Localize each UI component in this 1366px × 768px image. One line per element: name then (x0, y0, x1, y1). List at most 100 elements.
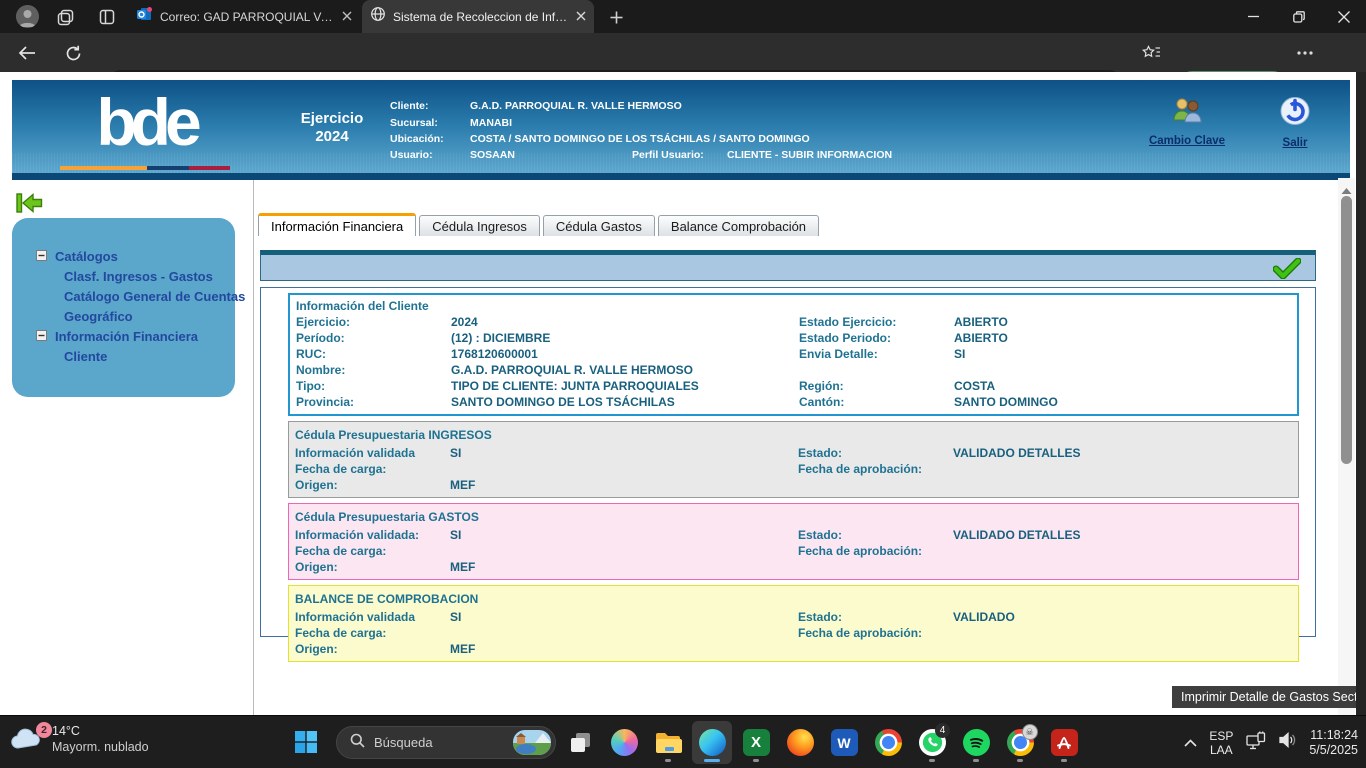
chrome-profile-icon[interactable]: ☠ (1000, 721, 1040, 764)
refresh-icon[interactable] (62, 42, 84, 64)
system-tray: ESP LAA 11:18:24 5/5/2025 (1184, 716, 1358, 768)
task-view-icon[interactable] (560, 721, 600, 764)
users-icon (1169, 111, 1205, 128)
collapse-minus-icon[interactable] (36, 329, 47, 344)
section-title: Cédula Presupuestaria GASTOS (295, 506, 1292, 527)
weather-temp: 14°C (52, 723, 149, 739)
field-value: SOSAAN (470, 149, 632, 161)
tab-informacion-financiera[interactable]: Información Financiera (258, 213, 416, 236)
start-button[interactable] (294, 730, 318, 759)
cambio-clave-link[interactable]: Cambio Clave (1132, 96, 1242, 149)
search-box[interactable]: Búsqueda (336, 726, 556, 759)
field-value: MANABI (470, 117, 512, 129)
word-icon[interactable]: W (824, 721, 864, 764)
spotify-icon[interactable] (956, 721, 996, 764)
outlook-icon (136, 6, 153, 27)
window-close-icon[interactable] (1321, 0, 1366, 33)
tray-date: 5/5/2025 (1309, 743, 1358, 758)
page-scrollbar[interactable] (1338, 178, 1355, 715)
taskbar-apps: X W 4 (560, 721, 1084, 764)
window-restore-icon[interactable] (1276, 0, 1321, 33)
field-label: Cliente: (390, 100, 470, 112)
content-divider (253, 180, 254, 715)
tab-close-icon[interactable] (576, 8, 586, 26)
power-icon (1279, 113, 1311, 130)
sidebar-item-catalogos[interactable]: Catálogos (12, 246, 235, 266)
sidebar-item-clasf-ingresos-gastos[interactable]: Clasf. Ingresos - Gastos (12, 266, 235, 286)
browser-profile-avatar[interactable] (16, 5, 39, 28)
more-menu-icon[interactable] (1294, 42, 1316, 64)
field-value: G.A.D. PARROQUIAL R. VALLE HERMOSO (470, 100, 682, 112)
back-icon[interactable] (16, 42, 38, 64)
status-tooltip: Imprimir Detalle de Gastos Sector (1172, 686, 1366, 708)
cloud-icon: 2 (10, 726, 44, 752)
sidebar-item-geografico[interactable]: Geográfico (12, 306, 235, 326)
browser-nav-bar: https://consulta.bde.fin.ec/WebSim/Login… (0, 33, 1366, 72)
collections-icon[interactable] (1140, 42, 1162, 64)
clock[interactable]: 11:18:24 5/5/2025 (1309, 728, 1358, 758)
sidebar-item-informacion-financiera[interactable]: Información Financiera (12, 326, 235, 346)
weather-widget[interactable]: 2 14°C Mayorm. nublado (10, 723, 149, 755)
sidebar-item-catalogo-general-cuentas[interactable]: Catálogo General de Cuentas (12, 286, 235, 306)
window-minimize-icon[interactable] (1231, 0, 1276, 33)
browser-tab-app[interactable]: Sistema de Recoleccion de Inform (362, 0, 594, 33)
bde-page: bde Ejercicio 2024 Cliente: G.A.D. PARRO… (0, 72, 1356, 715)
tray-chevron-icon[interactable] (1184, 739, 1197, 747)
copilot-app-icon[interactable] (604, 721, 644, 764)
ejercicio-year: Ejercicio 2024 (282, 110, 382, 146)
tab-cedula-ingresos[interactable]: Cédula Ingresos (419, 215, 540, 236)
acrobat-icon[interactable] (1044, 721, 1084, 764)
collapse-menu-arrow-icon[interactable] (16, 192, 43, 219)
perfil-value: CLIENTE - SUBIR INFORMACION (727, 149, 892, 161)
gastos-section: Cédula Presupuestaria GASTOS Información… (288, 503, 1299, 580)
section-title: Información del Cliente (296, 297, 1291, 314)
tab-actions-icon[interactable] (96, 6, 118, 28)
chrome-icon[interactable] (868, 721, 908, 764)
client-status-panel: Información del Cliente Ejercicio:2024Es… (260, 287, 1316, 637)
whatsapp-badge: 4 (935, 723, 950, 738)
tab-close-icon[interactable] (342, 8, 352, 26)
whatsapp-icon[interactable]: 4 (912, 721, 952, 764)
search-placeholder: Búsqueda (374, 735, 513, 750)
network-icon[interactable] (1245, 731, 1267, 755)
section-title: BALANCE DE COMPROBACION (295, 588, 1292, 609)
salir-link[interactable]: Salir (1240, 96, 1350, 151)
field-label: Usuario: (390, 149, 470, 161)
header-bottom-strip (12, 173, 1350, 180)
weather-condition: Mayorm. nublado (52, 739, 149, 755)
language-indicator[interactable]: ESP LAA (1209, 729, 1233, 757)
workspaces-icon[interactable] (54, 6, 76, 28)
firefox-icon[interactable] (780, 721, 820, 764)
status-toolbar (260, 250, 1316, 281)
tab-cedula-gastos[interactable]: Cédula Gastos (543, 215, 655, 236)
edge-icon[interactable] (692, 721, 732, 764)
collapse-minus-icon[interactable] (36, 249, 47, 264)
file-explorer-icon[interactable] (648, 721, 688, 764)
tab-title: Correo: GAD PARROQUIAL VALLE (160, 10, 335, 24)
bde-header: bde Ejercicio 2024 Cliente: G.A.D. PARRO… (12, 80, 1350, 180)
tray-time: 11:18:24 (1309, 728, 1358, 743)
sidebar-item-cliente[interactable]: Cliente (12, 346, 235, 366)
tab-title: Sistema de Recoleccion de Inform (393, 10, 569, 24)
validated-check-icon[interactable] (1273, 258, 1301, 284)
bde-logo: bde (58, 80, 234, 164)
volume-icon[interactable] (1279, 732, 1297, 753)
bde-logo-underline (60, 166, 230, 170)
tab-balance-comprobacion[interactable]: Balance Comprobación (658, 215, 819, 236)
header-client-info: Cliente: G.A.D. PARROQUIAL R. VALLE HERM… (390, 98, 892, 164)
profile-badge-icon: ☠ (1022, 724, 1038, 740)
globe-icon (370, 6, 386, 27)
field-label: Ubicación: (390, 133, 470, 145)
scrollbar-thumb[interactable] (1341, 196, 1352, 464)
search-highlight-image[interactable] (513, 730, 551, 755)
ingresos-section: Cédula Presupuestaria INGRESOS Informaci… (288, 421, 1299, 498)
excel-icon[interactable]: X (736, 721, 776, 764)
browser-tab-mail[interactable]: Correo: GAD PARROQUIAL VALLE (128, 0, 360, 33)
section-title: Cédula Presupuestaria INGRESOS (295, 424, 1292, 445)
taskbar: 2 14°C Mayorm. nublado Búsqueda (0, 715, 1366, 768)
new-tab-icon[interactable] (604, 5, 628, 29)
window-edge (1356, 72, 1366, 715)
field-value: COSTA / SANTO DOMINGO DE LOS TSÁCHILAS /… (470, 133, 810, 145)
sidebar-menu: Catálogos Clasf. Ingresos - Gastos Catál… (12, 218, 235, 397)
balance-section: BALANCE DE COMPROBACION Información vali… (288, 585, 1299, 662)
